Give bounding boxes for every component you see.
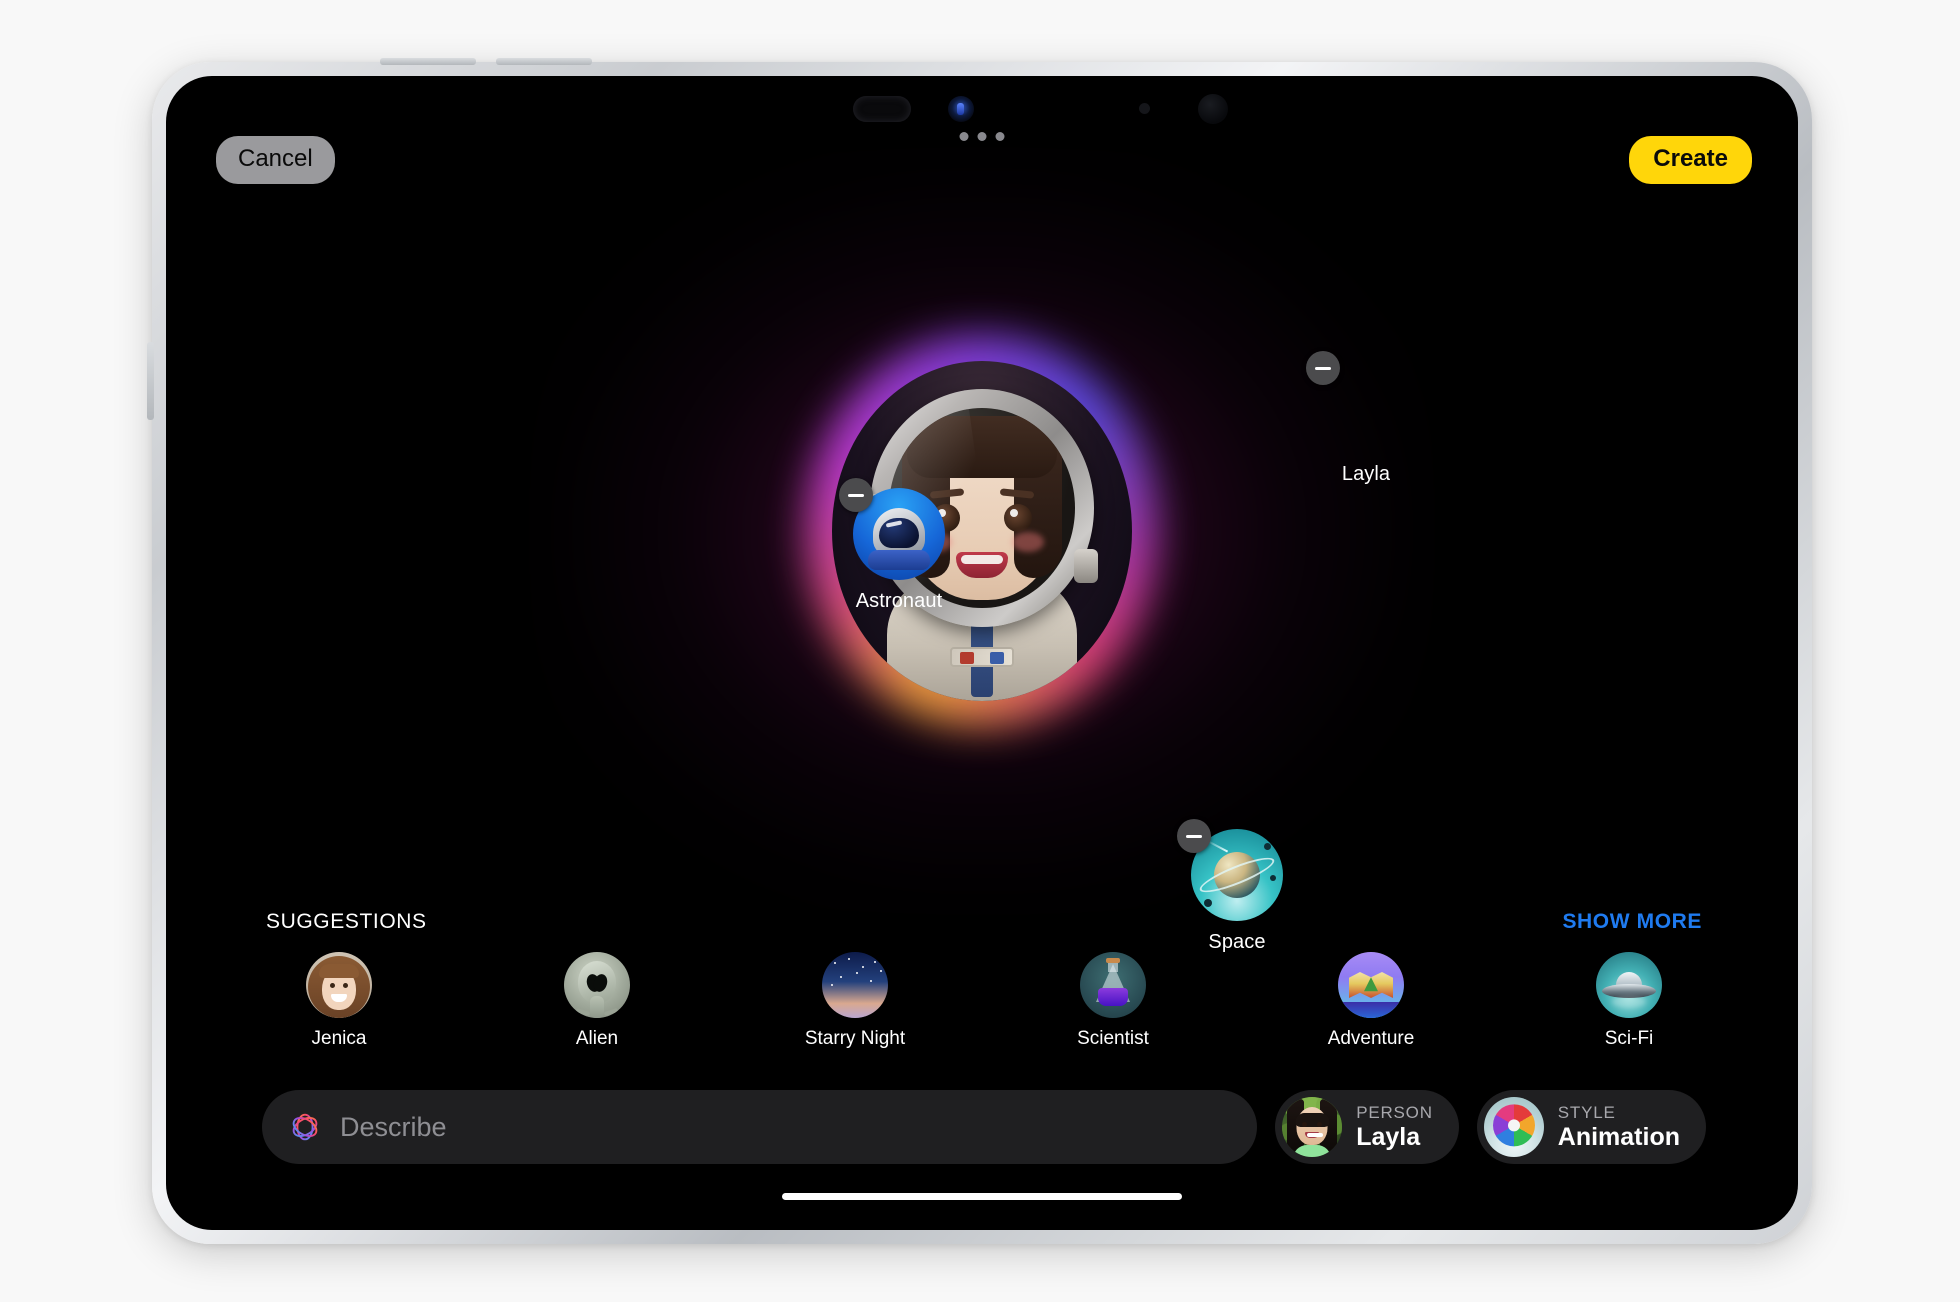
suggestion-label: Starry Night	[804, 1028, 906, 1049]
suggestion-label: Alien	[575, 1028, 619, 1049]
face	[1295, 1107, 1330, 1145]
remove-token-button[interactable]	[839, 478, 873, 512]
star	[856, 972, 858, 974]
person-chip-text: PERSON Layla	[1356, 1103, 1433, 1150]
person-avatar	[1282, 1097, 1343, 1157]
helmet-knob-right	[1074, 549, 1098, 583]
flask-icon	[1080, 952, 1146, 1018]
helmet-visor	[879, 518, 919, 548]
tablet-screen: Cancel Create Layla Astronaut Space SUGG…	[166, 76, 1798, 1230]
suggestion-label: Scientist	[1077, 1028, 1149, 1049]
moon-3	[1204, 899, 1212, 907]
image-canvas[interactable]: Layla Astronaut Space	[166, 76, 1798, 953]
moon-1	[1264, 843, 1271, 850]
smile	[1305, 1132, 1324, 1138]
star	[862, 966, 864, 968]
star	[874, 961, 876, 963]
token-thumb[interactable]	[839, 478, 945, 580]
canvas-token-layla[interactable]: Layla	[1306, 351, 1426, 486]
folded-map-icon	[1338, 952, 1404, 1018]
suggestion-label: Adventure	[1327, 1028, 1415, 1049]
person-chip-kicker: PERSON	[1356, 1103, 1433, 1123]
style-chip-value: Animation	[1557, 1122, 1680, 1151]
remove-token-button[interactable]	[1177, 819, 1211, 853]
screenshot-stage: Cancel Create Layla Astronaut Space SUGG…	[0, 0, 1960, 1302]
bottom-toolbar: Describe PERSON Layla STYLE Animation	[166, 1090, 1798, 1164]
alien-arm-left	[575, 1007, 591, 1017]
alien-arm-right	[603, 1007, 619, 1017]
star	[840, 976, 842, 978]
suggestions-section: SUGGESTIONS SHOW MORE Jenica Alien Starr…	[166, 910, 1798, 1050]
power-button[interactable]	[147, 342, 154, 420]
token-label: Astronaut	[855, 590, 943, 612]
ufo-saucer-icon	[1596, 952, 1662, 1018]
show-more-button[interactable]: SHOW MORE	[1562, 910, 1702, 934]
home-indicator[interactable]	[782, 1193, 1182, 1200]
minus-icon	[848, 493, 864, 497]
star	[880, 970, 882, 972]
style-chip-text: STYLE Animation	[1558, 1103, 1680, 1150]
water	[1338, 1002, 1404, 1018]
eye-right	[1004, 504, 1032, 532]
suggestion-alien[interactable]: Alien	[524, 952, 670, 1050]
apple-intelligence-icon	[292, 1113, 318, 1141]
suggestion-scientist[interactable]: Scientist	[1040, 952, 1186, 1050]
canvas-token-astronaut[interactable]: Astronaut	[839, 478, 959, 613]
flask-cork	[1106, 958, 1120, 963]
suggestions-title: SUGGESTIONS	[266, 910, 427, 933]
ufo-beam	[1612, 996, 1646, 1008]
person-photo-icon	[306, 952, 372, 1018]
suggestion-jenica[interactable]: Jenica	[266, 952, 412, 1050]
shirt	[1293, 1145, 1332, 1157]
eye-left	[330, 983, 335, 988]
bangs	[319, 964, 359, 978]
volume-up-button[interactable]	[380, 58, 476, 65]
fringe	[1295, 1113, 1330, 1127]
cheek-right	[1012, 532, 1044, 552]
remove-token-button[interactable]	[1306, 351, 1340, 385]
tree	[1364, 977, 1378, 992]
alien-body	[590, 996, 604, 1018]
beach-ball	[1492, 1104, 1535, 1147]
alien-head-icon	[564, 952, 630, 1018]
moon-2	[1270, 875, 1276, 881]
tablet-device-frame: Cancel Create Layla Astronaut Space SUGG…	[147, 58, 1812, 1244]
suggestion-label: Sci-Fi	[1604, 1028, 1654, 1049]
flask-liquid	[1098, 988, 1128, 1006]
eye-right	[343, 983, 348, 988]
style-chip[interactable]: STYLE Animation	[1476, 1090, 1706, 1164]
volume-down-button[interactable]	[496, 58, 592, 65]
beach-ball-icon	[1483, 1097, 1544, 1157]
suggestions-header: SUGGESTIONS SHOW MORE	[166, 910, 1798, 934]
minus-icon	[1186, 834, 1202, 838]
describe-input[interactable]: Describe	[262, 1090, 1258, 1164]
person-chip[interactable]: PERSON Layla	[1275, 1090, 1459, 1164]
token-label: Layla	[1341, 463, 1391, 485]
star	[848, 958, 850, 960]
person-chip-value: Layla	[1356, 1122, 1421, 1151]
style-chip-kicker: STYLE	[1557, 1103, 1616, 1123]
minus-icon	[1315, 366, 1331, 370]
token-thumb[interactable]	[1306, 351, 1412, 453]
helmet-collar	[868, 550, 930, 570]
token-thumb[interactable]	[1177, 819, 1283, 921]
describe-placeholder: Describe	[340, 1111, 447, 1142]
suggestion-label: Jenica	[311, 1028, 367, 1049]
star	[870, 980, 872, 982]
suit-badge	[950, 647, 1014, 667]
suggestions-list: Jenica Alien Starry Night Scientist Adve…	[166, 934, 1798, 1050]
suggestion-sci-fi[interactable]: Sci-Fi	[1556, 952, 1702, 1050]
starry-sky-icon	[822, 952, 888, 1018]
star	[831, 984, 833, 986]
suggestion-starry-night[interactable]: Starry Night	[782, 952, 928, 1050]
star	[834, 962, 836, 964]
suggestion-adventure[interactable]: Adventure	[1298, 952, 1444, 1050]
